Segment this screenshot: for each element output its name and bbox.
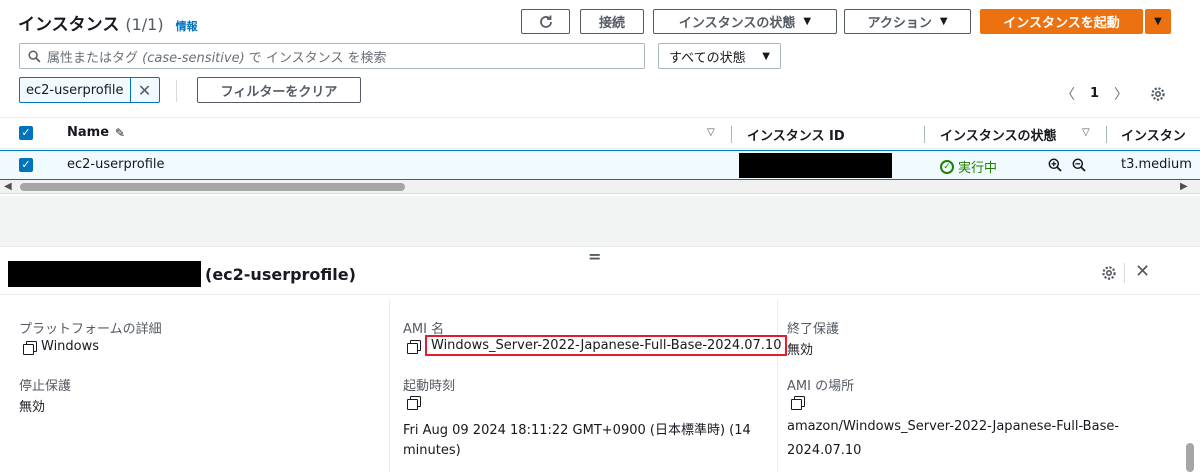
- ami-name-value: Windows_Server-2022-Japanese-Full-Base-2…: [407, 335, 788, 356]
- settings-icon[interactable]: [1150, 86, 1166, 102]
- info-link[interactable]: 情報: [176, 18, 198, 34]
- column-instance-id[interactable]: インスタンス ID: [747, 125, 845, 144]
- horizontal-scrollbar[interactable]: ◀ ▶: [0, 180, 1200, 194]
- termination-protection-value: 無効: [787, 343, 814, 358]
- connect-label: 接続: [598, 16, 625, 31]
- resize-handle-icon[interactable]: =: [588, 247, 601, 266]
- actions-dropdown[interactable]: アクション ▼: [844, 9, 971, 34]
- caret-down-icon: ▼: [1154, 16, 1162, 27]
- title-text: インスタンス: [18, 15, 120, 35]
- vertical-scrollbar[interactable]: [1186, 443, 1194, 472]
- launch-time-label: 起動時刻: [403, 379, 456, 394]
- close-icon[interactable]: ✕: [1135, 261, 1150, 282]
- select-all-checkbox[interactable]: ✓: [19, 126, 33, 140]
- redacted-instance-id: [739, 153, 892, 178]
- zoom-out-icon[interactable]: [1072, 158, 1086, 172]
- instance-name: ec2-userprofile: [67, 157, 165, 172]
- launch-time-value-cont: minutes): [403, 443, 461, 458]
- zoom-in-icon[interactable]: [1048, 158, 1062, 172]
- table-row[interactable]: ✓ ec2-userprofile ✓ 実行中 t3.medium: [0, 150, 1200, 180]
- ami-location-value: amazon/Windows_Server-2022-Japanese-Full…: [787, 419, 1120, 434]
- scroll-left-icon[interactable]: ◀: [4, 181, 12, 192]
- edit-icon: ✎: [115, 125, 126, 140]
- next-page-icon[interactable]: 〉: [1114, 84, 1128, 104]
- split-spacer: [0, 196, 1200, 246]
- instance-status: ✓ 実行中: [940, 157, 997, 176]
- copy-icon[interactable]: [23, 340, 37, 355]
- platform-label: プラットフォームの詳細: [19, 322, 162, 337]
- page-title: インスタンス (1/1) 情報: [18, 10, 198, 35]
- divider: [1124, 263, 1125, 283]
- row-checkbox[interactable]: ✓: [19, 158, 33, 172]
- sort-icon[interactable]: ▽: [1082, 127, 1090, 138]
- table-header: ✓ Name ✎ ▽ インスタンス ID インスタンスの状態 ▽ インスタン: [0, 117, 1200, 149]
- connect-button[interactable]: 接続: [580, 9, 644, 34]
- detail-title-suffix: (ec2-userprofile): [205, 264, 356, 284]
- copy-icon[interactable]: [407, 339, 421, 354]
- check-circle-icon: ✓: [940, 159, 954, 174]
- instance-state-dropdown[interactable]: インスタンスの状態 ▼: [653, 9, 837, 34]
- instance-type: t3.medium: [1121, 157, 1192, 172]
- ami-location-label: AMI の場所: [787, 379, 855, 394]
- page-number[interactable]: 1: [1090, 86, 1099, 101]
- caret-down-icon: ▼: [762, 50, 770, 62]
- detail-title: (ec2-userprofile): [8, 261, 356, 287]
- actions-label: アクション: [867, 16, 932, 31]
- clear-filters-button[interactable]: フィルターをクリア: [197, 77, 361, 103]
- column-name[interactable]: Name ✎: [67, 125, 125, 140]
- clear-filters-label: フィルターをクリア: [220, 84, 338, 100]
- filter-token-label: ec2-userprofile: [20, 78, 131, 102]
- column-instance-type[interactable]: インスタン: [1121, 125, 1186, 144]
- instance-state-label: インスタンスの状態: [678, 16, 796, 31]
- launch-options-button[interactable]: ▼: [1145, 9, 1171, 34]
- launch-instance-label: インスタンスを起動: [1003, 16, 1120, 31]
- scroll-right-icon[interactable]: ▶: [1180, 181, 1188, 192]
- prev-page-icon[interactable]: 〈: [1061, 84, 1075, 104]
- search-input[interactable]: 属性またはタグ (case-sensitive) で インスタンス を検索: [19, 43, 645, 69]
- filter-token: ec2-userprofile ✕: [19, 77, 160, 103]
- state-filter-value: すべての状態: [669, 50, 746, 66]
- instances-panel: インスタンス (1/1) 情報 接続 インスタンスの状態 ▼ アクション ▼ イ…: [0, 0, 1200, 196]
- copy-icon[interactable]: [407, 396, 421, 410]
- detail-panel: = (ec2-userprofile) ✕ プラットフォームの詳細 Window…: [0, 246, 1200, 472]
- divider: [0, 294, 1200, 295]
- caret-down-icon: ▼: [939, 16, 948, 27]
- remove-filter-icon[interactable]: ✕: [131, 78, 159, 102]
- copy-icon[interactable]: [791, 396, 805, 410]
- refresh-button[interactable]: [521, 9, 570, 34]
- ami-name-highlight: Windows_Server-2022-Japanese-Full-Base-2…: [425, 335, 788, 356]
- redacted-instance-id: [8, 261, 201, 287]
- launch-time-copy: [407, 396, 421, 410]
- search-icon: [28, 49, 41, 62]
- stop-protection-label: 停止保護: [19, 379, 72, 394]
- search-placeholder: 属性またはタグ (case-sensitive) で インスタンス を検索: [47, 50, 387, 66]
- ami-location-value-cont: 2024.07.10: [787, 443, 862, 458]
- state-filter-select[interactable]: すべての状態 ▼: [658, 43, 781, 69]
- selection-count: (1/1): [125, 15, 164, 34]
- ami-location-copy: [791, 396, 805, 410]
- divider: [176, 80, 177, 102]
- column-instance-state[interactable]: インスタンスの状態: [940, 125, 1056, 144]
- caret-down-icon: ▼: [803, 16, 812, 27]
- settings-icon[interactable]: [1101, 265, 1117, 281]
- stop-protection-value: 無効: [19, 400, 46, 415]
- termination-protection-label: 終了保護: [787, 322, 840, 337]
- platform-value: Windows: [23, 339, 99, 355]
- scrollbar-thumb[interactable]: [20, 183, 405, 191]
- refresh-icon: [539, 15, 552, 28]
- launch-time-value: Fri Aug 09 2024 18:11:22 GMT+0900 (日本標準時…: [403, 423, 751, 438]
- launch-instance-button[interactable]: インスタンスを起動: [980, 9, 1143, 34]
- sort-icon[interactable]: ▽: [707, 127, 715, 138]
